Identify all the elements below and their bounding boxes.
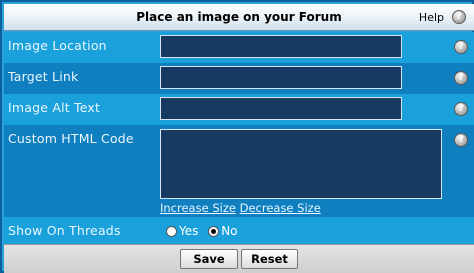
increase-size-link[interactable]: Increase Size [160, 201, 236, 215]
target-link-label: Target Link [8, 69, 79, 84]
radio-yes-label: Yes [179, 224, 199, 238]
radio-no-icon[interactable] [208, 225, 220, 237]
image-alt-text-label: Image Alt Text [8, 100, 101, 115]
target-link-input[interactable] [160, 66, 402, 89]
help-link[interactable]: Help [419, 11, 444, 24]
radio-no[interactable]: No [208, 224, 238, 238]
image-location-label: Image Location [8, 38, 107, 53]
custom-html-help-icon[interactable]: ? [454, 133, 468, 147]
image-location-input[interactable] [160, 35, 402, 58]
show-on-threads-label: Show On Threads [8, 223, 121, 238]
reset-button[interactable]: Reset [241, 249, 298, 269]
dialog-footer: Save Reset [4, 244, 474, 273]
image-alt-text-input[interactable] [160, 97, 402, 120]
image-forum-dialog: Place an image on your Forum Help ? Imag… [0, 0, 474, 273]
radio-yes[interactable]: Yes [166, 224, 198, 238]
show-on-threads-row: Show On Threads Yes No [4, 217, 474, 244]
custom-html-textarea[interactable] [160, 129, 442, 199]
image-location-row: Image Location ? [4, 32, 474, 63]
size-links: Increase Size Decrease Size [160, 201, 321, 215]
image-location-help-icon[interactable]: ? [454, 40, 468, 54]
show-on-threads-radio-group: Yes No [166, 224, 244, 240]
radio-yes-icon[interactable] [166, 225, 177, 237]
radio-no-label: No [221, 224, 238, 238]
image-alt-text-row: Image Alt Text ? [4, 94, 474, 125]
target-link-row: Target Link ? [4, 63, 474, 94]
help-icon[interactable]: ? [452, 10, 466, 24]
dialog-title: Place an image on your Forum [136, 10, 342, 24]
custom-html-label: Custom HTML Code [8, 131, 134, 146]
custom-html-row: Custom HTML Code ? Increase Size Decreas… [4, 125, 474, 217]
decrease-size-link[interactable]: Decrease Size [240, 201, 321, 215]
image-alt-text-help-icon[interactable]: ? [454, 102, 468, 116]
dialog-header: Place an image on your Forum Help ? [4, 4, 474, 31]
target-link-help-icon[interactable]: ? [454, 71, 468, 85]
save-button[interactable]: Save [180, 249, 238, 269]
